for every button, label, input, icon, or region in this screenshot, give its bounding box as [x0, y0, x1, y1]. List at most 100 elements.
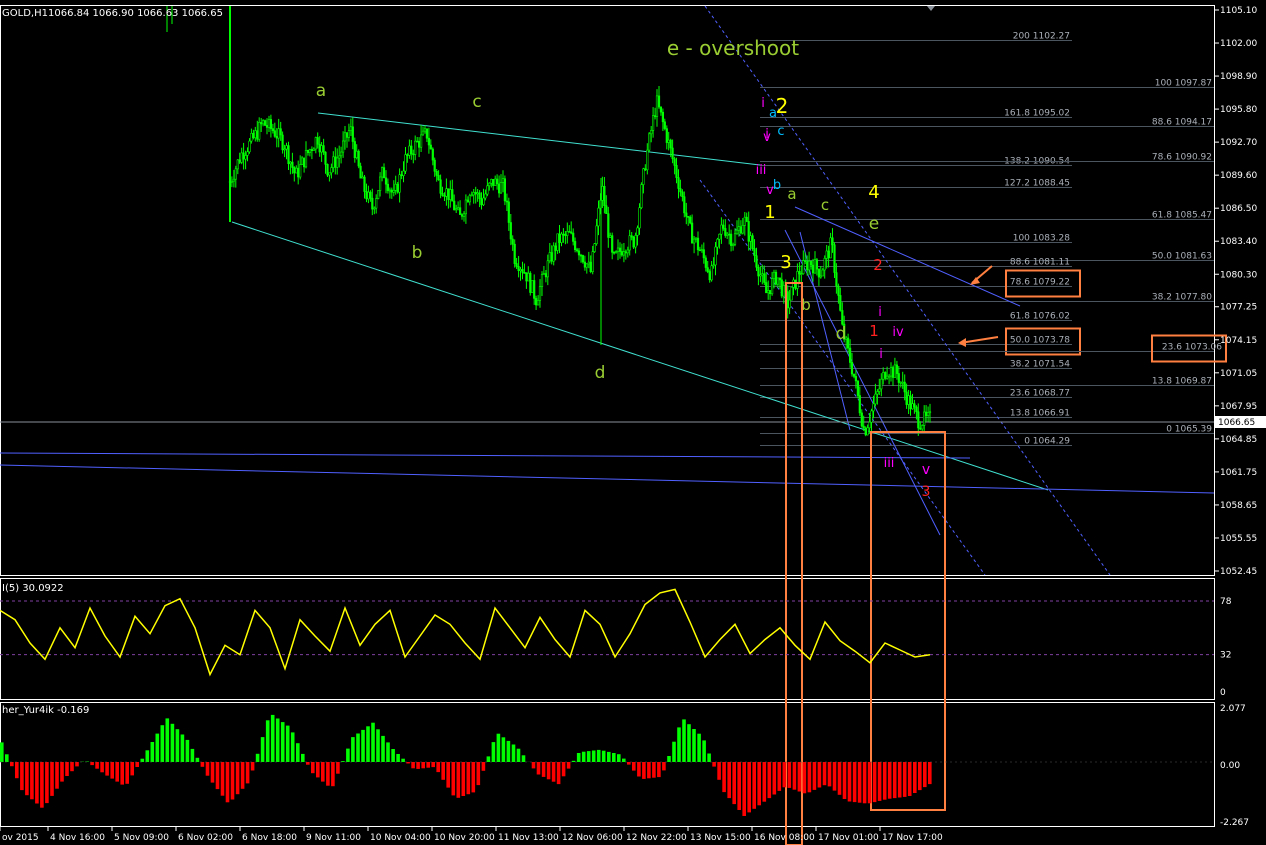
candle-body	[447, 188, 450, 200]
candle-body	[786, 291, 789, 309]
candle-body	[525, 272, 528, 282]
candle-body	[521, 269, 524, 273]
candle-body	[562, 233, 565, 236]
histogram-bar	[682, 719, 686, 762]
candle-body	[657, 95, 661, 108]
candle-body	[556, 233, 559, 251]
histogram-tick-label: -2.267	[1220, 818, 1249, 828]
candle-body	[375, 198, 378, 209]
histogram-bar	[887, 762, 892, 799]
histogram-bar	[722, 762, 726, 793]
candle-body	[802, 260, 805, 275]
candle-body	[669, 139, 672, 149]
candle-body	[304, 150, 308, 168]
candle-body	[698, 249, 701, 252]
annotations	[785, 265, 999, 845]
scroll-marker-icon[interactable]	[927, 6, 935, 11]
fib-level-label: 200 1102.27	[1013, 32, 1070, 42]
candle-body	[597, 207, 600, 227]
candle-body	[687, 216, 690, 218]
candle-body	[772, 271, 776, 280]
wave-label: 3	[780, 252, 791, 273]
candle-body	[519, 269, 522, 271]
histogram-bar	[807, 762, 812, 793]
candle-body	[291, 161, 294, 168]
histogram-bar	[586, 751, 591, 762]
fib-level-label: 161.8 1095.02	[1004, 109, 1070, 119]
candle-body	[474, 192, 477, 195]
candle-body	[677, 177, 680, 189]
candle-body	[702, 249, 705, 259]
candle-body	[482, 197, 485, 206]
rsi-line	[0, 588, 931, 677]
candle-body	[455, 208, 458, 211]
fib-level-label: 13.8 1069.87	[1152, 377, 1212, 387]
histogram-bar	[511, 744, 516, 762]
histogram-bar	[877, 762, 882, 801]
candle-body	[400, 174, 403, 176]
candle-body	[774, 271, 778, 285]
candle-body	[745, 216, 748, 222]
candle-body	[433, 159, 436, 172]
chart-title-symbol: GOLD,H1	[2, 8, 48, 19]
candle-body	[417, 140, 421, 148]
histogram-bar	[311, 762, 315, 774]
histogram-bar	[225, 762, 230, 803]
histogram-bar	[596, 749, 601, 762]
candle-body	[589, 261, 592, 273]
histogram-bar	[847, 762, 852, 802]
candle-body	[800, 273, 803, 276]
histogram-bar	[130, 762, 134, 776]
histogram-bar	[752, 762, 756, 809]
candle-body	[614, 251, 618, 253]
time-tick-label: 6 Nov 18:00	[242, 833, 297, 843]
histogram-bar	[782, 762, 787, 788]
candle-body	[330, 167, 333, 174]
histogram-bar	[145, 750, 150, 762]
candle-body	[852, 373, 856, 377]
histogram-bar	[757, 762, 761, 806]
candle-body	[402, 170, 405, 176]
candle-body	[917, 411, 920, 429]
histogram-bar	[456, 762, 461, 798]
candle-body	[823, 257, 826, 271]
candle-body	[384, 177, 388, 185]
candle-body	[256, 130, 259, 140]
candle-body	[926, 411, 930, 416]
candle-body	[729, 233, 733, 246]
candle-body	[710, 265, 713, 281]
fib-level-label: 13.8 1066.91	[1010, 409, 1070, 419]
candle-body	[285, 145, 288, 150]
candle-body	[638, 207, 641, 229]
candle-body	[868, 421, 871, 429]
candle-body	[570, 231, 573, 234]
histogram-bar	[687, 724, 691, 762]
histogram-bar	[692, 729, 696, 762]
candle-body	[232, 178, 236, 182]
candle-body	[905, 391, 908, 405]
candle-body	[704, 257, 707, 268]
candle-body	[484, 193, 487, 199]
histogram-bar	[521, 755, 526, 762]
candle-body	[722, 224, 725, 229]
histogram-bar	[657, 762, 661, 778]
candle-body	[630, 235, 633, 238]
histogram-bar	[647, 762, 651, 779]
candle-body	[782, 284, 785, 297]
candle-body	[341, 140, 345, 153]
candle-body	[850, 362, 854, 375]
candle-body	[616, 247, 620, 252]
candle-body	[632, 236, 635, 248]
candle-body	[275, 136, 278, 139]
candle-body	[751, 235, 754, 249]
candle-body	[891, 367, 895, 378]
wave-label: d	[836, 324, 847, 344]
horizontal-support-line-1	[0, 452, 971, 459]
candle-body	[747, 221, 750, 242]
candle-body	[449, 189, 452, 200]
price-tick-label: 1086.50	[1220, 204, 1257, 214]
histogram-bar	[386, 742, 390, 762]
candle-body	[911, 403, 914, 410]
candle-body	[924, 411, 928, 417]
candle-body	[903, 381, 906, 393]
